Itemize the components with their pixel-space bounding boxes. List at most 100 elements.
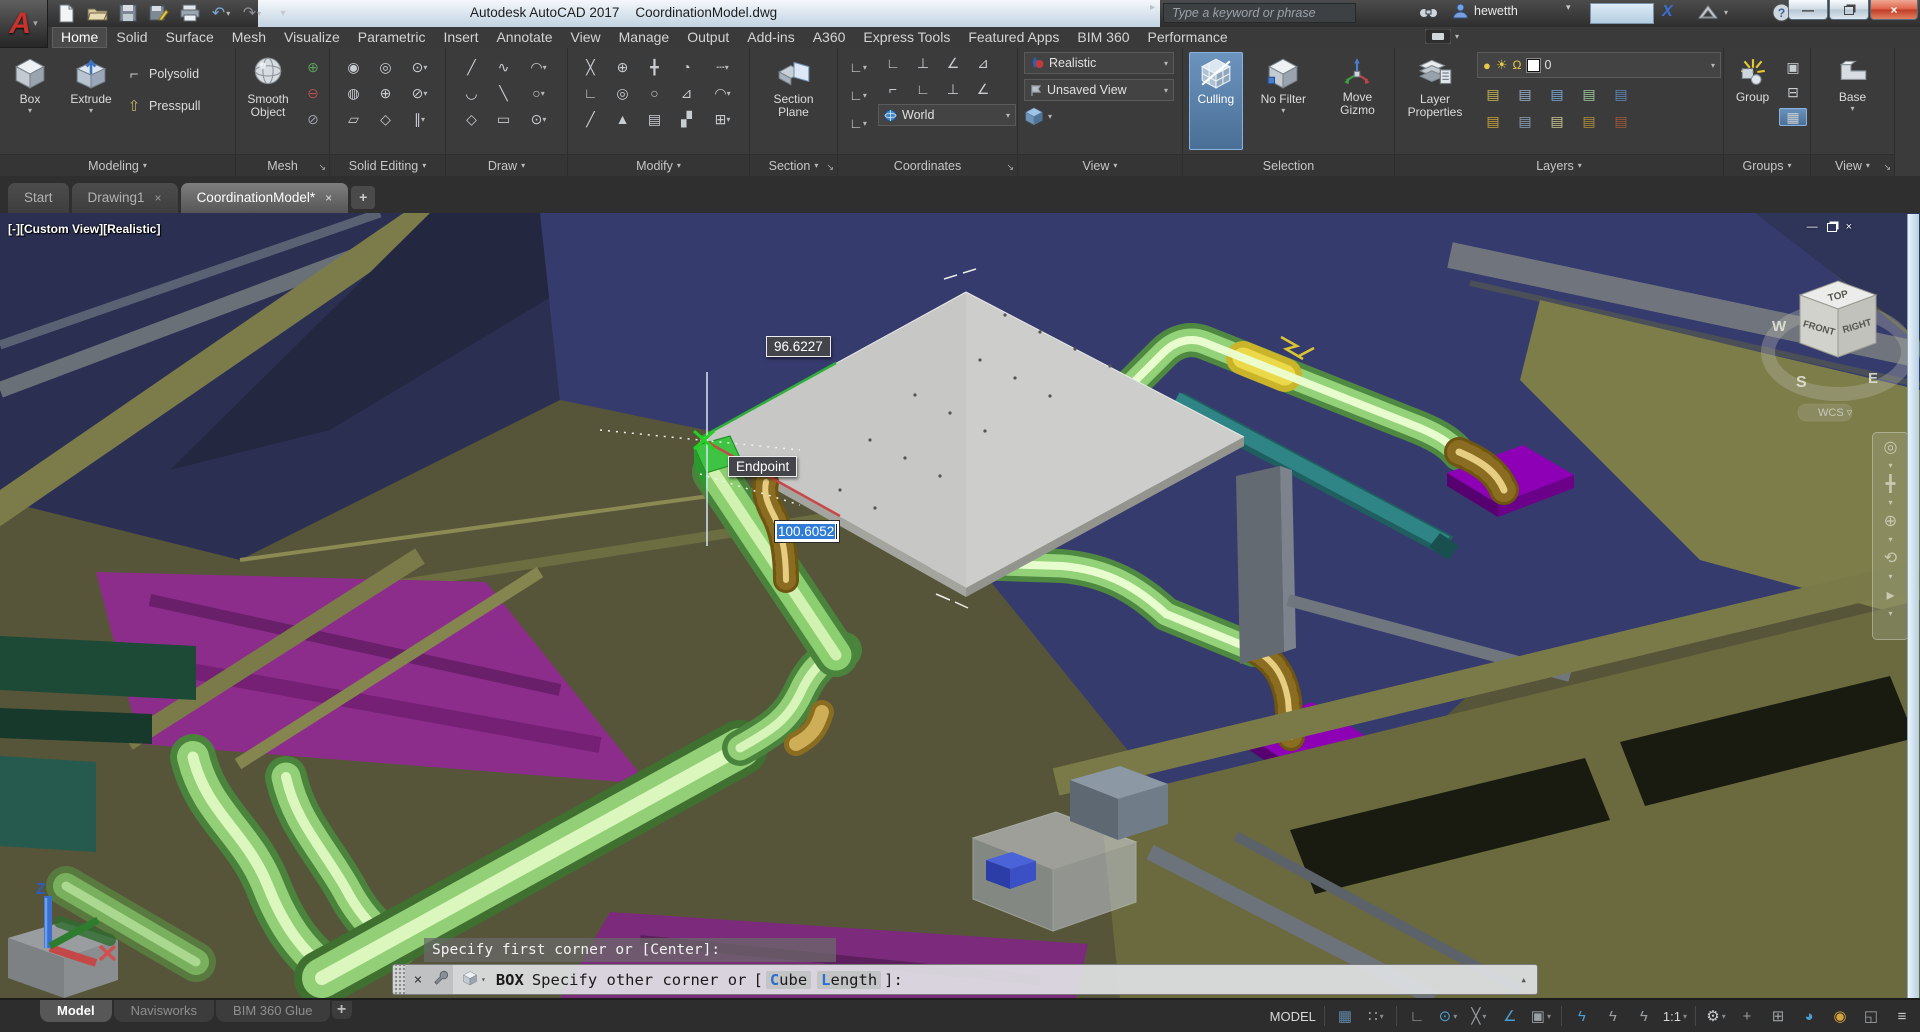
solid-subtract-icon[interactable]: ◎	[371, 58, 401, 76]
infocenter-expand-icon[interactable]: ▸	[1150, 2, 1155, 13]
ungroup-icon[interactable]: ⊟	[1779, 83, 1807, 101]
panel-label-modeling[interactable]: Modeling▾	[0, 154, 235, 176]
ucs-named-icon[interactable]: ∟▾	[841, 114, 875, 132]
show-motion-icon[interactable]: ▸	[1886, 587, 1894, 604]
new-drawing-button[interactable]: +	[351, 186, 375, 209]
menu-tab-performance[interactable]: Performance	[1139, 27, 1237, 48]
ortho-mode-icon[interactable]: ∟	[1403, 1003, 1431, 1029]
search-input[interactable]	[1163, 3, 1356, 23]
section-plane-button[interactable]: Section Plane	[754, 52, 834, 150]
layer-unlock-icon[interactable]: ▤	[1573, 112, 1605, 130]
layer-isolate-icon[interactable]: ▤	[1509, 85, 1541, 103]
solid-union-icon[interactable]: ◉	[337, 58, 371, 76]
application-menu-button[interactable]: A▾	[0, 0, 48, 48]
workspace-switching-icon[interactable]: ⚙▾	[1702, 1003, 1730, 1029]
menu-tab-manage[interactable]: Manage	[610, 27, 679, 48]
ucs-3point-icon[interactable]: ∠	[968, 80, 998, 98]
ucs-zaxis-icon[interactable]: ⊥	[938, 80, 968, 98]
menu-tab-express-tools[interactable]: Express Tools	[854, 27, 959, 48]
solid-imprint-icon[interactable]: ▱	[337, 110, 371, 128]
file-tab-drawing1[interactable]: Drawing1×	[72, 183, 178, 213]
mesh-reduce-icon[interactable]: ⊖	[300, 84, 326, 102]
ucs-previous-icon[interactable]: ⌐	[878, 80, 908, 98]
ucs-origin-icon[interactable]: ⊥	[908, 54, 938, 72]
menu-tab-bim-360[interactable]: BIM 360	[1068, 27, 1138, 48]
isolate-objects-icon[interactable]: ◉	[1826, 1003, 1854, 1029]
layer-combo[interactable]: ● ☀ Ω 0 ▾	[1477, 52, 1721, 78]
panel-label-view-right[interactable]: View▾	[1811, 154, 1894, 176]
sign-in-user[interactable]: hewetth	[1452, 2, 1518, 19]
draw-circle-icon[interactable]: ○▾	[519, 84, 559, 102]
presspull-button[interactable]: ⇧Presspull	[125, 94, 200, 118]
draw-arc-icon[interactable]: ◠▾	[519, 58, 559, 76]
viewport-config-button[interactable]: ▾	[1024, 106, 1052, 126]
draw-line-icon[interactable]: ╱	[455, 58, 489, 76]
command-expand-icon[interactable]: ▴	[1520, 973, 1527, 986]
modify-rotate-icon[interactable]: ⊕	[607, 58, 639, 76]
menu-tab-output[interactable]: Output	[678, 27, 738, 48]
active-command-icon[interactable]	[459, 970, 481, 990]
ucs-combo[interactable]: World▾	[878, 104, 1016, 126]
panel-label-modify[interactable]: Modify▾	[568, 154, 749, 176]
units-icon[interactable]: ⊞	[1764, 1003, 1792, 1029]
draw-segment-icon[interactable]: ╲	[489, 84, 519, 102]
menu-tab-view[interactable]: View	[562, 27, 610, 48]
panel-label-mesh[interactable]: Mesh	[236, 154, 329, 176]
group-edit-icon[interactable]: ▣	[1779, 58, 1807, 76]
dialog-launcher-icon[interactable]: ↘	[318, 163, 326, 172]
customize-wrench-icon[interactable]	[429, 970, 451, 989]
modify-3drotate-icon[interactable]: ◎	[607, 84, 639, 102]
modify-scale-icon[interactable]: ▤	[639, 110, 671, 128]
box-button[interactable]: Box▾	[3, 52, 57, 150]
ucs-object-icon[interactable]: ⊿	[968, 54, 998, 72]
object-snap-tracking-icon[interactable]: ∠	[1496, 1003, 1524, 1029]
pan-hand-icon[interactable]: ╋	[1886, 476, 1896, 493]
modify-circle-edit-icon[interactable]: ○	[639, 84, 671, 102]
mesh-smooth-less-icon[interactable]: ⊘	[300, 110, 326, 128]
menu-tab-a360[interactable]: A360	[804, 27, 855, 48]
layer-lock-icon[interactable]: ▤	[1573, 85, 1605, 103]
solid-shell-icon[interactable]: ⊘▾	[401, 84, 439, 102]
draw-curve-icon[interactable]: ◡	[455, 84, 489, 102]
close-icon[interactable]: ×	[325, 183, 332, 213]
snap-mode-icon[interactable]: ∷▾	[1362, 1003, 1390, 1029]
layout-tab-bim-360-glue[interactable]: BIM 360 Glue	[216, 1000, 330, 1022]
viewport-scrollbar[interactable]	[1907, 214, 1919, 998]
orbit-icon[interactable]: ⟲	[1884, 550, 1897, 567]
mesh-refine-icon[interactable]: ⊕	[300, 58, 326, 76]
layer-match-icon[interactable]: ▤	[1605, 85, 1637, 103]
modify-brush-icon[interactable]: ╱	[575, 110, 607, 128]
minimize-button[interactable]: —	[1788, 0, 1828, 20]
menu-tab-annotate[interactable]: Annotate	[487, 27, 561, 48]
layout-tab-model[interactable]: Model	[40, 1000, 112, 1022]
menu-tab-mesh[interactable]: Mesh	[223, 27, 275, 48]
move-gizmo-button[interactable]: Move Gizmo	[1324, 52, 1391, 150]
close-button[interactable]: ×	[1870, 0, 1918, 20]
annotation-scale-value[interactable]: 1:1▾	[1661, 1003, 1689, 1029]
command-close-icon[interactable]: ×	[407, 972, 429, 988]
panel-label-layers[interactable]: Layers▾	[1395, 154, 1723, 176]
solid-taper-face-icon[interactable]: ⊕	[371, 84, 401, 102]
solid-fillet-edge-icon[interactable]: ◍	[337, 84, 371, 102]
dialog-launcher-icon[interactable]: ↘	[1006, 163, 1014, 172]
layer-on-icon[interactable]: ▤	[1477, 112, 1509, 130]
layer-unisolate-icon[interactable]: ▤	[1509, 112, 1541, 130]
menu-tab-solid[interactable]: Solid	[107, 27, 156, 48]
customization-icon[interactable]: ≡	[1888, 1003, 1916, 1029]
viewport-controls-label[interactable]: [-][Custom View][Realistic]	[8, 222, 160, 236]
modify-align-icon[interactable]: ▲	[607, 110, 639, 128]
dynamic-input-field[interactable]: 100.6052	[774, 520, 840, 543]
menu-tab-insert[interactable]: Insert	[434, 27, 487, 48]
screencast-icon[interactable]: ▾	[1425, 29, 1459, 44]
draw-point-icon[interactable]: ⊙▾	[519, 110, 559, 128]
smooth-object-button[interactable]: Smooth Object	[239, 52, 297, 150]
menu-tab-home[interactable]: Home	[52, 27, 107, 48]
layer-properties-button[interactable]: Layer Properties	[1401, 52, 1469, 150]
dialog-launcher-icon[interactable]: ↘	[826, 163, 834, 172]
layer-off-icon[interactable]: ▤	[1477, 85, 1509, 103]
viewcube[interactable]: W S E TOP FRONT RIGHT WCS ▿	[1740, 265, 1920, 435]
draw-rectangle-icon[interactable]: ▭	[489, 110, 519, 128]
ucs-z-icon[interactable]: ∟	[908, 80, 938, 98]
menu-tab-add-ins[interactable]: Add-ins	[738, 27, 803, 48]
autodesk-exchange-icon[interactable]: X	[1662, 3, 1673, 21]
